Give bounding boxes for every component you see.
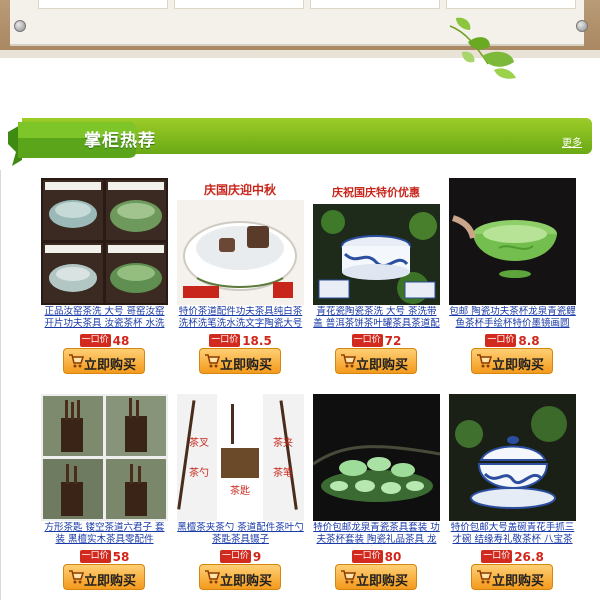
price-badge: 一口价: [219, 550, 251, 563]
price-badge: 一口价: [79, 550, 111, 563]
price-value: 18.5: [242, 333, 272, 348]
vine-leaves-icon: [449, 17, 516, 79]
blue-white-gaiwan-icon: [449, 394, 576, 521]
product-image[interactable]: [41, 394, 168, 521]
tool-label: 茶叉: [189, 436, 209, 449]
shopping-cart-icon: [69, 354, 84, 368]
tool-label: 茶笔: [273, 466, 293, 479]
price-value: 48: [112, 333, 130, 348]
product-title[interactable]: 方形茶匙 镂空茶道六君子 套装 黑檀实木茶具零配件: [41, 522, 168, 546]
product-image[interactable]: 庆国庆迎中秋: [177, 178, 304, 305]
price-value: 58: [112, 549, 130, 564]
top-tab-2[interactable]: [174, 0, 304, 9]
product-card[interactable]: 正品汝窑茶洗 大号 哥窑汝窑开片功夫茶具 汝瓷茶杯 水洗 一口价 48 立即购买: [41, 170, 169, 380]
section-title: 掌柜热荐: [84, 131, 156, 151]
product-image[interactable]: [449, 394, 576, 521]
buy-now-label: 立即购买: [492, 574, 545, 589]
price-value: 9: [252, 549, 262, 564]
buy-now-button[interactable]: 立即购买: [63, 348, 145, 374]
product-card[interactable]: 庆国庆迎中秋 特价茶道配件功夫茶具纯白茶洗杯洗笔洗水洗文字陶瓷大号 一口价 18.…: [177, 170, 305, 380]
buy-now-button[interactable]: 立即购买: [199, 348, 281, 374]
product-card[interactable]: 庆祝国庆特价优惠 青花瓷陶瓷茶洗 大号 茶洗带盖 普洱茶饼茶叶罐茶具茶道配 一口…: [313, 170, 441, 380]
tea-utensil-set-icon: [41, 394, 168, 521]
buy-now-label: 立即购买: [220, 574, 273, 589]
product-grid: 正品汝窑茶洗 大号 哥窑汝窑开片功夫茶具 汝瓷茶杯 水洗 一口价 48 立即购买 …: [0, 170, 600, 600]
product-title[interactable]: 特价茶道配件功夫茶具纯白茶洗杯洗笔洗水洗文字陶瓷大号: [177, 306, 304, 330]
buy-now-label: 立即购买: [84, 358, 137, 373]
shopping-cart-icon: [205, 354, 220, 368]
price-badge: 一口价: [485, 334, 517, 347]
buy-now-label: 立即购买: [84, 574, 137, 589]
price-badge: 一口价: [481, 550, 513, 563]
product-image[interactable]: 庆祝国庆特价优惠: [313, 178, 440, 305]
product-card[interactable]: 特价包邮龙泉青瓷茶具套装 功夫茶杯套装 陶瓷礼品茶具 龙泉青 一口价80 立即购…: [313, 386, 441, 596]
product-title[interactable]: 青花瓷陶瓷茶洗 大号 茶洗带盖 普洱茶饼茶叶罐茶具茶道配: [313, 306, 440, 330]
section-header: 掌柜热荐 更多: [8, 112, 594, 172]
price-badge: 一口价: [79, 334, 111, 347]
buy-now-button[interactable]: 立即购买: [63, 564, 145, 590]
white-tea-washer-icon: 庆国庆迎中秋: [177, 178, 304, 305]
blue-white-tea-jar-icon: 庆祝国庆特价优惠: [313, 178, 440, 305]
shopping-cart-icon: [341, 570, 356, 584]
buy-now-label: 立即购买: [492, 358, 545, 373]
top-tab-3[interactable]: [310, 0, 440, 9]
buy-now-button[interactable]: 立即购买: [471, 348, 553, 374]
tool-label: 茶勺: [189, 466, 209, 479]
promo-text: 庆国庆迎中秋: [203, 182, 277, 197]
shopping-cart-icon: [341, 354, 356, 368]
buy-now-button[interactable]: 立即购买: [335, 564, 417, 590]
price-value: 8.8: [518, 333, 540, 348]
product-card[interactable]: 特价包邮大号盖碗青花手抓三才碗 结缘寿礼敬茶杯 八宝茶 一口价 26.8 立即购买: [449, 386, 577, 596]
product-card[interactable]: 包邮 陶瓷功夫茶杯龙泉青瓷鲤鱼茶杯手绘杯特价墨镜画圆 一口价 8.8 立即购买: [449, 170, 577, 380]
buy-now-label: 立即购买: [356, 574, 409, 589]
product-title[interactable]: 特价包邮大号盖碗青花手抓三才碗 结缘寿礼敬茶杯 八宝茶: [449, 522, 576, 546]
top-tab-4[interactable]: [446, 0, 576, 9]
product-card[interactable]: 茶叉 茶夹 茶勺 茶笔 茶匙 黑檀茶夹茶勺 茶道配件茶叶勺 茶匙茶具镊子 一口价…: [177, 386, 305, 596]
price-badge: 一口价: [209, 334, 241, 347]
buy-now-label: 立即购买: [356, 358, 409, 373]
buy-now-button[interactable]: 立即购买: [471, 564, 553, 590]
tool-label: 茶夹: [273, 436, 293, 449]
price-row: 一口价 18.5: [177, 330, 304, 348]
price-row: 一口价 80: [313, 546, 440, 564]
price-row: 一口价 9: [177, 546, 304, 564]
promo-text: 庆祝国庆特价优惠: [331, 185, 420, 199]
shopping-cart-icon: [477, 354, 492, 368]
product-image[interactable]: 茶叉 茶夹 茶勺 茶笔 茶匙: [177, 394, 304, 521]
product-card[interactable]: 方形茶匙 镂空茶道六君子 套装 黑檀实木茶具零配件 一口价 58 立即购买: [41, 386, 169, 596]
price-badge: 一口价: [351, 334, 383, 347]
price-badge: 一口价: [351, 550, 383, 563]
product-title[interactable]: 黑檀茶夹茶勺 茶道配件茶叶勺 茶匙茶具镊子: [177, 522, 304, 546]
buy-now-label: 立即购买: [220, 358, 273, 373]
buy-now-button[interactable]: 立即购买: [335, 348, 417, 374]
product-title[interactable]: 正品汝窑茶洗 大号 哥窑汝窑开片功夫茶具 汝瓷茶杯 水洗: [41, 306, 168, 330]
buy-now-button[interactable]: 立即购买: [199, 564, 281, 590]
product-title[interactable]: 特价包邮龙泉青瓷茶具套装 功夫茶杯套装 陶瓷礼品茶具 龙泉青: [313, 522, 440, 546]
price-value: 72: [384, 333, 402, 348]
price-row: 一口价 48: [41, 330, 168, 348]
price-value: 80: [384, 549, 402, 564]
price-row: 一口价 72: [313, 330, 440, 348]
product-image[interactable]: [449, 178, 576, 305]
ebony-tea-tools-icon: 茶叉 茶夹 茶勺 茶笔 茶匙: [177, 394, 304, 521]
tool-label: 茶匙: [230, 484, 250, 497]
product-image[interactable]: [313, 394, 440, 521]
top-tab-1[interactable]: [38, 0, 168, 9]
pushpin-icon: [14, 20, 26, 32]
price-value: 26.8: [514, 549, 544, 564]
shopping-cart-icon: [477, 570, 492, 584]
price-row: 一口价 26.8: [449, 546, 576, 564]
product-image[interactable]: [41, 178, 168, 305]
price-row: 一口价 58: [41, 546, 168, 564]
celadon-tea-set-icon: [313, 394, 440, 521]
pushpin-icon: [576, 20, 588, 32]
shopping-cart-icon: [69, 570, 84, 584]
shopping-cart-icon: [205, 570, 220, 584]
price-row: 一口价 8.8: [449, 330, 576, 348]
celadon-fish-cup-icon: [449, 178, 576, 305]
product-title[interactable]: 包邮 陶瓷功夫茶杯龙泉青瓷鲤鱼茶杯手绘杯特价墨镜画圆: [449, 306, 576, 330]
tea-washer-bowls-icon: [41, 178, 168, 305]
more-link[interactable]: 更多: [562, 134, 582, 149]
